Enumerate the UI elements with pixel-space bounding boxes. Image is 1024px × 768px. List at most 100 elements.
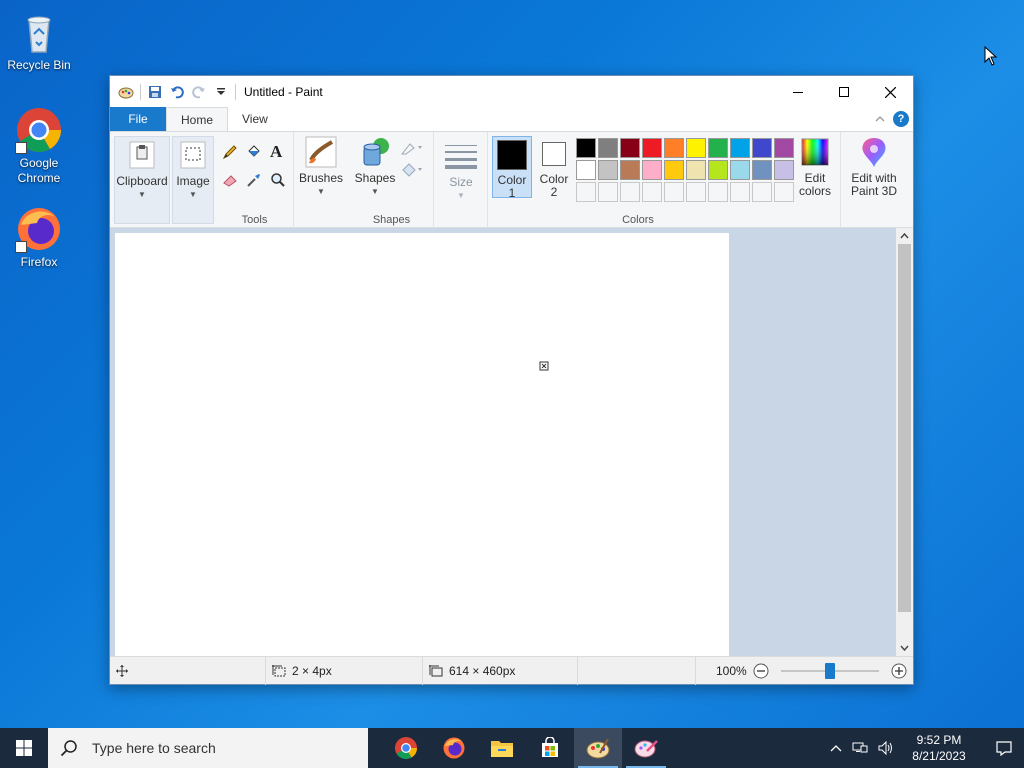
fill-bucket-icon[interactable] (246, 144, 262, 160)
palette-swatch[interactable] (774, 160, 794, 180)
paint-window[interactable]: Untitled - Paint File Home View ? Clipbo… (109, 75, 914, 685)
taskbar-chrome[interactable] (382, 728, 430, 768)
color1-number: 1 (508, 186, 516, 200)
palette-swatch[interactable] (642, 160, 662, 180)
palette-swatch[interactable] (576, 138, 596, 158)
text-icon[interactable]: A (270, 142, 282, 162)
custom-color-slot[interactable] (598, 182, 618, 202)
volume-icon[interactable] (878, 741, 894, 755)
edit-with-paint3d-button[interactable]: Edit with Paint 3D (845, 136, 903, 198)
action-center-button[interactable] (984, 728, 1024, 768)
cursor-position-cell (110, 656, 266, 685)
minimize-button[interactable] (775, 76, 821, 108)
palette-swatch[interactable] (774, 138, 794, 158)
scroll-down-icon[interactable] (900, 645, 909, 652)
eraser-icon[interactable] (222, 172, 238, 188)
image-button[interactable]: Image ▼ (172, 136, 214, 224)
shapes-button[interactable]: Shapes ▼ (350, 136, 400, 198)
save-icon[interactable] (147, 84, 163, 100)
dropdown-arrow-icon: ▼ (457, 191, 465, 200)
scroll-up-icon[interactable] (900, 232, 909, 239)
paint-icon (586, 738, 610, 759)
palette-swatch[interactable] (730, 160, 750, 180)
edit-colors-button[interactable]: Edit colors (794, 136, 836, 198)
color-picker-icon[interactable] (246, 172, 262, 188)
tab-home[interactable]: Home (166, 107, 229, 131)
customize-toolbar-chevron-icon[interactable] (213, 84, 229, 100)
taskbar-paint3d[interactable] (622, 728, 670, 768)
taskbar-firefox[interactable] (430, 728, 478, 768)
color1-button[interactable]: Color 1 (492, 136, 532, 200)
folder-icon (491, 741, 513, 757)
pencil-icon[interactable] (222, 144, 238, 160)
drawing-canvas[interactable] (115, 233, 729, 656)
desktop-icon-google-chrome[interactable]: Google Chrome (1, 106, 77, 186)
outline-icon[interactable] (400, 140, 424, 156)
taskbar-file-explorer[interactable] (478, 728, 526, 768)
palette-swatch[interactable] (708, 138, 728, 158)
zoom-slider-thumb[interactable] (824, 662, 835, 679)
zoom-in-icon[interactable] (891, 663, 907, 679)
palette-swatch[interactable] (664, 138, 684, 158)
palette-swatch[interactable] (598, 160, 618, 180)
custom-color-slot[interactable] (620, 182, 640, 202)
custom-color-slot[interactable] (730, 182, 750, 202)
scrollbar-thumb[interactable] (898, 244, 911, 612)
custom-color-slot[interactable] (708, 182, 728, 202)
clipboard-label: Clipboard (116, 174, 168, 188)
palette-swatch[interactable] (576, 160, 596, 180)
selection-size-text: 2 × 4px (292, 663, 332, 678)
redo-icon[interactable] (191, 84, 207, 100)
show-hidden-icons-chevron-icon[interactable] (830, 744, 842, 752)
zoom-slider[interactable] (775, 662, 885, 679)
firefox-icon (443, 737, 465, 759)
palette-swatch[interactable] (752, 160, 772, 180)
tab-file[interactable]: File (110, 107, 166, 131)
custom-color-slot[interactable] (576, 182, 596, 202)
image-size-icon (429, 664, 443, 676)
desktop-icon-firefox[interactable]: Firefox (1, 205, 77, 270)
custom-color-slot[interactable] (774, 182, 794, 202)
taskbar-clock[interactable]: 9:52 PM 8/21/2023 (904, 732, 974, 764)
magnifier-icon[interactable] (270, 172, 286, 188)
maximize-button[interactable] (821, 76, 867, 108)
taskbar-microsoft-store[interactable] (526, 728, 574, 768)
custom-color-slot[interactable] (642, 182, 662, 202)
start-button[interactable] (0, 728, 48, 768)
palette-swatch[interactable] (620, 160, 640, 180)
palette-swatch[interactable] (686, 138, 706, 158)
collapse-ribbon-icon[interactable] (875, 114, 885, 124)
undo-icon[interactable] (169, 84, 185, 100)
custom-color-slot[interactable] (664, 182, 684, 202)
network-icon[interactable] (852, 741, 868, 755)
palette-swatch[interactable] (664, 160, 684, 180)
palette-swatch[interactable] (598, 138, 618, 158)
custom-color-slot[interactable] (686, 182, 706, 202)
palette-swatch[interactable] (686, 160, 706, 180)
palette-swatch[interactable] (708, 160, 728, 180)
title-bar[interactable]: Untitled - Paint (110, 76, 913, 108)
desktop-icon-recycle-bin[interactable]: Recycle Bin (1, 8, 77, 73)
custom-color-slot[interactable] (752, 182, 772, 202)
edit-colors-label-2: colors (798, 184, 831, 198)
color2-button[interactable]: Color 2 (534, 136, 574, 199)
palette-swatch[interactable] (730, 138, 750, 158)
taskbar-paint[interactable] (574, 728, 622, 768)
palette-swatch[interactable] (642, 138, 662, 158)
group-clipboard: Clipboard ▼ (114, 132, 172, 228)
palette-swatch[interactable] (620, 138, 640, 158)
dropdown-arrow-icon: ▼ (317, 187, 325, 196)
tab-view[interactable]: View (228, 107, 282, 131)
brushes-button[interactable]: Brushes ▼ (294, 136, 348, 198)
taskbar-search-box[interactable]: Type here to search (48, 728, 368, 768)
size-button[interactable]: Size ▼ (440, 140, 482, 202)
paint-app-icon[interactable] (118, 84, 134, 100)
zoom-out-icon[interactable] (753, 663, 769, 679)
dropdown-arrow-icon: ▼ (138, 190, 146, 199)
close-button[interactable] (867, 76, 913, 108)
palette-swatch[interactable] (752, 138, 772, 158)
fill-icon[interactable] (400, 162, 424, 178)
help-icon[interactable]: ? (893, 111, 909, 127)
clipboard-button[interactable]: Clipboard ▼ (114, 136, 170, 224)
vertical-scrollbar[interactable] (896, 228, 913, 656)
